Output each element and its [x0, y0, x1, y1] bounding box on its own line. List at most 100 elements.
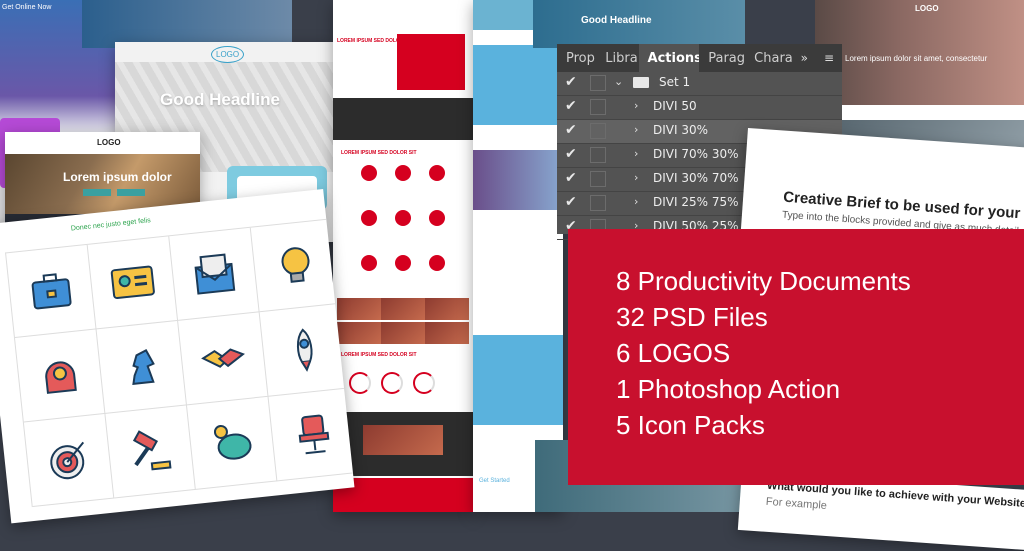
- tab-paragraph[interactable]: Parag: [699, 44, 745, 72]
- chevron-right-icon[interactable]: ›: [634, 171, 638, 184]
- color-band: [473, 335, 563, 425]
- icon-cell: [268, 388, 355, 482]
- target-icon: [49, 441, 84, 480]
- promo-item: 32 PSD Files: [616, 302, 768, 332]
- red-form-box: [397, 34, 465, 90]
- dark-band: [333, 98, 473, 140]
- dialog-toggle-box[interactable]: [590, 75, 606, 91]
- website-mockup-top-right: Good Headline: [533, 0, 745, 48]
- dialog-toggle-box[interactable]: [590, 147, 606, 163]
- color-band: [473, 45, 563, 125]
- mockup-caption: Get Online Now: [2, 4, 52, 11]
- dialog-toggle-box[interactable]: [590, 99, 606, 115]
- feature-icon-dot: [429, 255, 445, 271]
- photo-thumb: [337, 322, 381, 344]
- chevron-right-icon[interactable]: ›: [634, 99, 638, 112]
- icon-cell: [250, 219, 342, 313]
- photo-thumb: [425, 322, 469, 344]
- promo-item: 6 LOGOS: [616, 338, 731, 368]
- gavel-icon: [132, 430, 171, 471]
- dialog-toggle-box[interactable]: [590, 195, 606, 211]
- envelope-icon: [194, 253, 235, 295]
- feature-icon-dot: [395, 165, 411, 181]
- mockup-logo: LOGO: [97, 138, 121, 147]
- icon-cell: [259, 303, 351, 397]
- tab-properties[interactable]: Prop: [557, 44, 596, 72]
- dialog-toggle-box[interactable]: [590, 123, 606, 139]
- tab-actions[interactable]: Actions: [638, 44, 700, 72]
- feature-icon-dot: [395, 210, 411, 226]
- icon-cell: [96, 320, 187, 414]
- tab-libraries[interactable]: Libra: [596, 44, 638, 72]
- website-mockup-teal: Get Started: [473, 0, 563, 512]
- tab-character[interactable]: Chara: [745, 44, 792, 72]
- section-title: LOREM IPSUM SED DOLOR SIT: [341, 352, 417, 358]
- chevron-down-icon[interactable]: ⌄: [614, 75, 623, 88]
- icon-cell: [186, 396, 278, 490]
- photo-thumb: [381, 322, 425, 344]
- feature-icon-dot: [395, 255, 411, 271]
- double-chevron-icon[interactable]: »: [793, 44, 816, 72]
- photo-band: [473, 150, 563, 210]
- action-set-label: Set 1: [659, 75, 691, 89]
- icon-pack-sheet: Donec nec justo eget felis: [0, 188, 355, 524]
- icon-cell: [23, 413, 115, 508]
- brief-question-hint: For example: [765, 495, 828, 512]
- checkmark-icon[interactable]: ✔: [565, 74, 577, 90]
- mockup-headline: Lorem ipsum dolor: [63, 170, 172, 184]
- chevron-right-icon[interactable]: ›: [634, 147, 638, 160]
- website-mockup-red: LOREM IPSUM SED DOLOR SIT LOREM IPSUM SE…: [333, 0, 473, 512]
- promo-item: 1 Photoshop Action: [616, 374, 841, 404]
- chess-knight-icon: [131, 349, 155, 386]
- photo-thumb: [425, 298, 469, 320]
- icon-cell: [169, 227, 260, 321]
- checkmark-icon[interactable]: ✔: [565, 170, 577, 186]
- id-card-icon: [110, 265, 155, 300]
- chevron-right-icon[interactable]: ›: [634, 195, 638, 208]
- feature-icon-dot: [361, 210, 377, 226]
- photo-thumb: [337, 298, 381, 320]
- white-strip: [815, 105, 1024, 120]
- action-label: DIVI 50: [653, 99, 697, 113]
- icon-cell: [6, 244, 97, 338]
- promo-item: 5 Icon Packs: [616, 410, 765, 440]
- dialog-toggle-box[interactable]: [590, 171, 606, 187]
- action-set-row[interactable]: ✔ ⌄ Set 1: [557, 72, 842, 96]
- mockup-logo: LOGO: [211, 46, 245, 63]
- icon-cell: [87, 236, 179, 330]
- icon-grid: [5, 218, 355, 508]
- head-gear-icon: [44, 361, 77, 394]
- checkmark-icon[interactable]: ✔: [565, 98, 577, 114]
- mockup-button: [117, 189, 145, 196]
- folder-icon: [633, 77, 649, 88]
- chevron-right-icon[interactable]: ›: [634, 123, 638, 136]
- promo-list: 8 Productivity Documents 32 PSD Files 6 …: [616, 263, 911, 443]
- mockup-headline: Good Headline: [581, 15, 652, 26]
- checkmark-icon[interactable]: ✔: [565, 194, 577, 210]
- piggy-bank-icon: [213, 424, 252, 460]
- cta-text: Get Started: [479, 478, 510, 484]
- panel-menu-icon[interactable]: ≡: [816, 44, 842, 72]
- checkmark-icon[interactable]: ✔: [565, 146, 577, 162]
- promo-item: 8 Productivity Documents: [616, 266, 911, 296]
- icon-cell: [105, 405, 196, 499]
- mockup-button: [83, 189, 111, 196]
- checkmark-icon[interactable]: ✔: [565, 122, 577, 138]
- handshake-icon: [200, 348, 245, 368]
- section-title: LOREM IPSUM SED DOLOR SIT: [341, 150, 417, 156]
- action-label: DIVI 30% 70%: [653, 171, 739, 185]
- feature-icon-dot: [361, 255, 377, 271]
- icon-sheet-title: Donec nec justo eget felis: [70, 217, 152, 233]
- mockup-subtitle: Lorem ipsum dolor sit amet, consectetur: [845, 54, 988, 63]
- icon-cell: [178, 312, 269, 406]
- promo-box: 8 Productivity Documents 32 PSD Files 6 …: [568, 229, 1024, 485]
- progress-ring: [349, 372, 371, 394]
- photo-thumb: [363, 425, 443, 455]
- progress-ring: [381, 372, 403, 394]
- feature-icon-dot: [429, 210, 445, 226]
- briefcase-icon: [31, 273, 72, 310]
- mockup-headline: Good Headline: [160, 90, 280, 109]
- action-row[interactable]: ✔ › DIVI 50: [557, 96, 842, 120]
- icon-cell: [14, 329, 106, 423]
- website-mockup-top-strip: [82, 0, 292, 48]
